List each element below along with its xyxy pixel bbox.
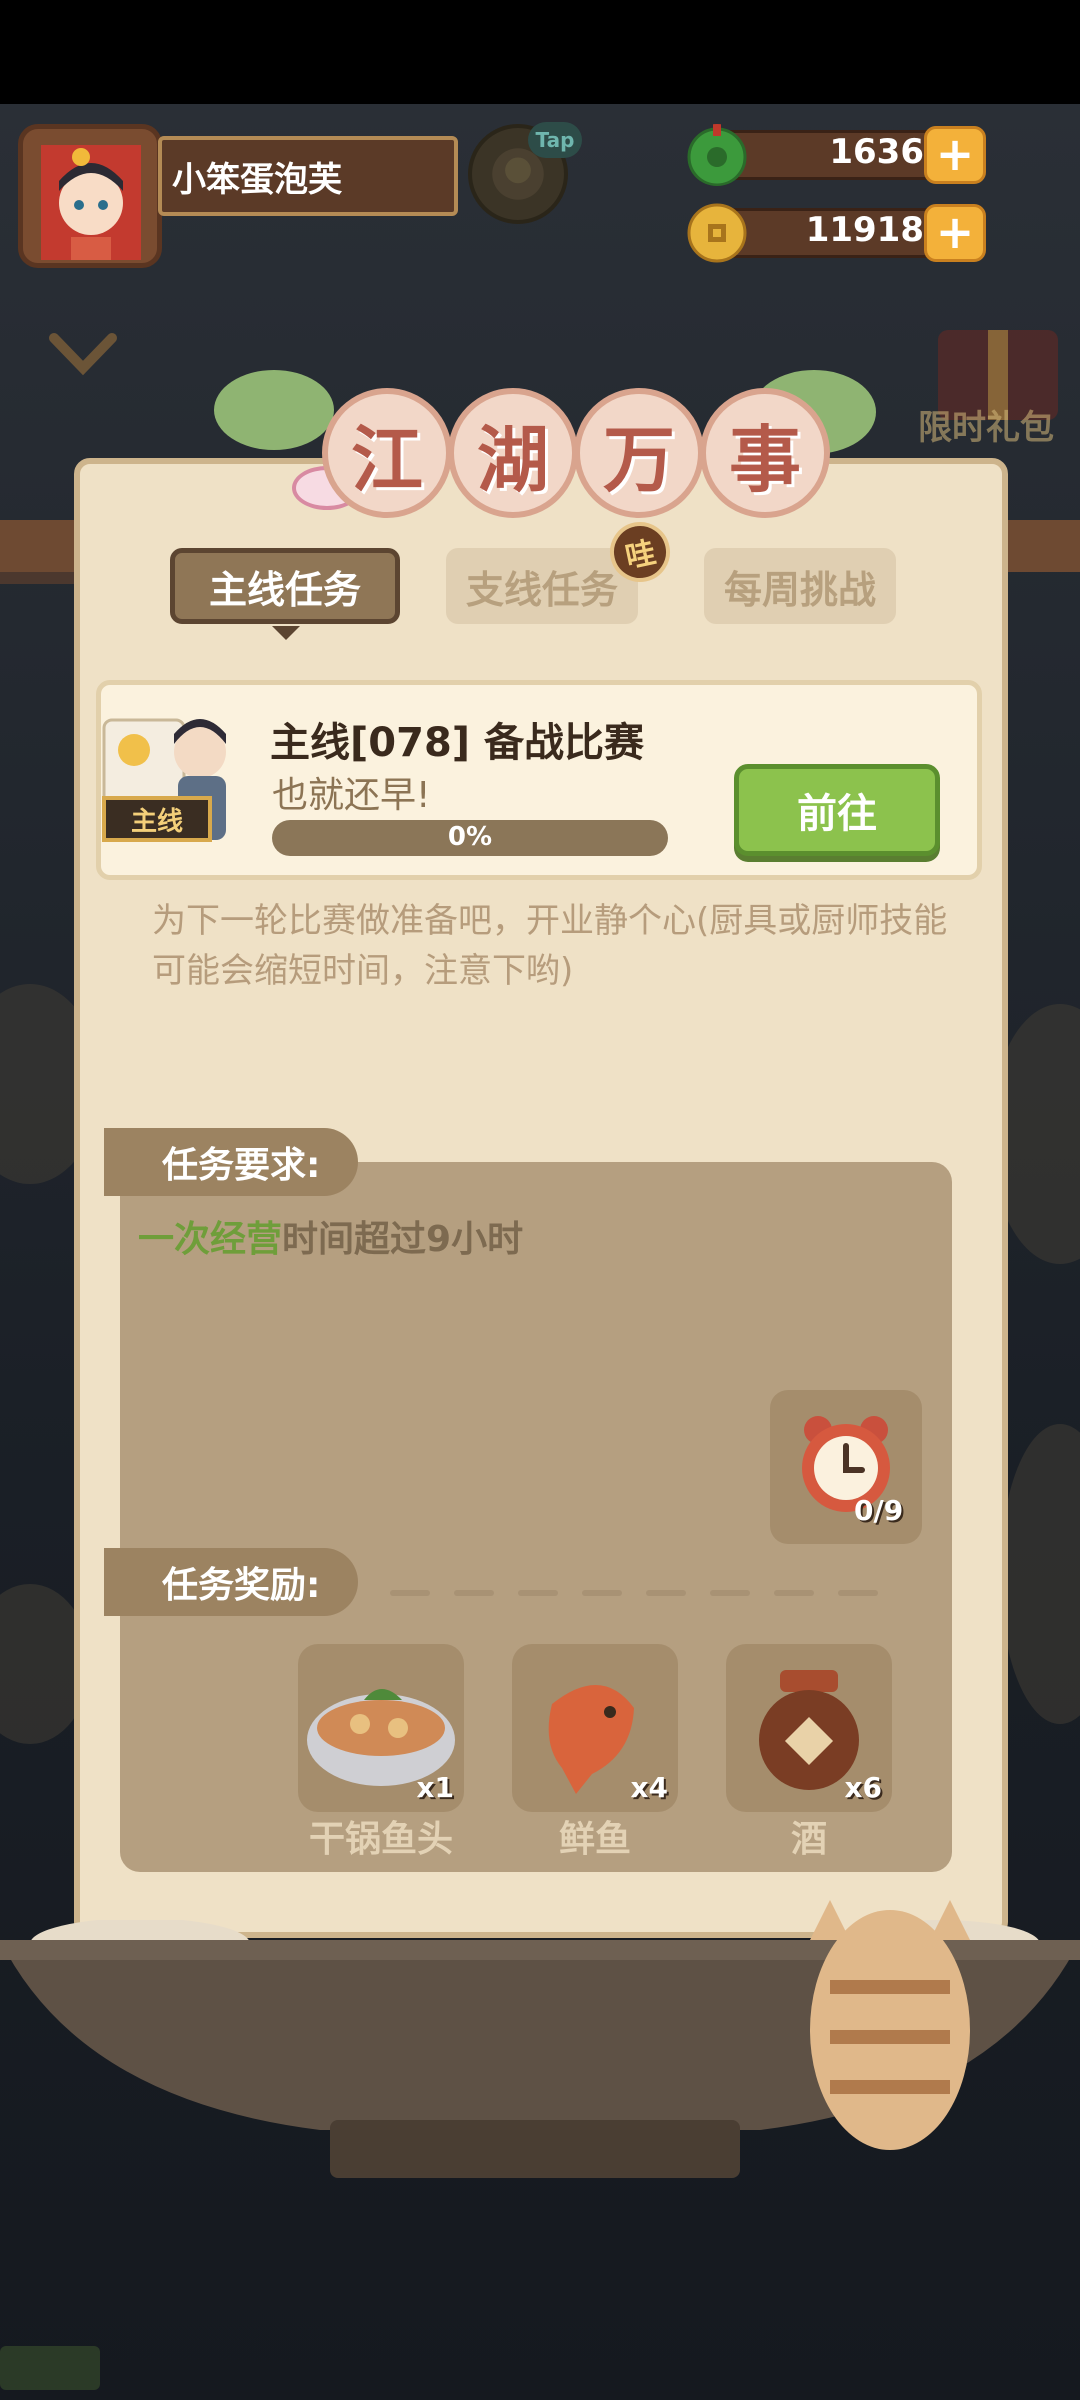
avatar-portrait xyxy=(41,145,141,260)
menu-button[interactable] xyxy=(0,2346,100,2390)
rewards-title: 任务奖励: xyxy=(104,1548,358,1616)
divider-dash xyxy=(582,1590,622,1596)
leaf-decoration xyxy=(214,370,334,450)
coin-icon xyxy=(687,203,747,263)
divider-dash xyxy=(710,1590,750,1596)
coin-amount: 11918 xyxy=(805,210,924,250)
reward-item[interactable]: x1 xyxy=(298,1644,464,1812)
limited-gift-label[interactable]: 限时礼包 xyxy=(918,400,1054,449)
reward-name: 干锅鱼头 xyxy=(308,1819,453,1860)
requirement-detail: 时间超过9小时 xyxy=(282,1219,524,1260)
title-char: 事 xyxy=(700,388,830,518)
mainline-tag: 主线 xyxy=(102,796,212,842)
player-name[interactable]: 小笨蛋泡芙 xyxy=(158,136,458,216)
jade-icon xyxy=(687,124,747,186)
background-prop xyxy=(1000,1424,1080,1724)
status-bar xyxy=(0,0,1080,104)
task-progress-bar: 0% xyxy=(272,820,668,856)
divider-dash xyxy=(390,1590,430,1596)
chevron-down-icon[interactable] xyxy=(48,330,118,380)
task-subtitle: 也就还早! xyxy=(272,775,431,816)
requirement-text: 一次经营时间超过9小时 xyxy=(138,1210,523,1262)
title-char: 万 xyxy=(574,388,704,518)
player-avatar[interactable] xyxy=(18,124,162,268)
npc-tap-tag: Tap xyxy=(528,122,582,158)
cat-mascot xyxy=(810,1900,970,2150)
go-button[interactable]: 前往 xyxy=(734,764,940,856)
divider-dash xyxy=(774,1590,814,1596)
pot-stand xyxy=(330,2120,740,2178)
title-char: 江 xyxy=(322,388,452,518)
divider-dash xyxy=(838,1590,878,1596)
divider-dash xyxy=(454,1590,494,1596)
task-title: 主线[078] 备战比赛 xyxy=(270,720,644,766)
scroll-rod xyxy=(1000,520,1080,572)
progress-text: 0% xyxy=(447,822,493,852)
requirement-counter: 0/9 xyxy=(854,1494,904,1527)
requirements-title: 任务要求: xyxy=(104,1128,358,1196)
reward-item[interactable]: x4 xyxy=(512,1644,678,1812)
title-char: 湖 xyxy=(448,388,578,518)
reward-count: x6 xyxy=(844,1771,882,1804)
reward-name: 鲜鱼 xyxy=(558,1819,631,1860)
title-banner: 江 湖 万 事 xyxy=(214,370,876,520)
requirement-highlight: 一次经营 xyxy=(138,1219,283,1260)
reward-name: 酒 xyxy=(790,1819,827,1860)
divider-dash xyxy=(518,1590,558,1596)
add-coin-button[interactable]: + xyxy=(924,204,986,262)
tab-weekly-challenge[interactable]: 每周挑战 xyxy=(704,548,896,624)
active-tab-pointer xyxy=(272,626,300,640)
reward-count: x1 xyxy=(416,1771,454,1804)
jade-amount: 1636 xyxy=(829,132,924,172)
tab-main-quest[interactable]: 主线任务 xyxy=(170,548,400,624)
task-description: 为下一轮比赛做准备吧，开业静个心(厨具或厨师技能可能会缩短时间，注意下哟) xyxy=(152,901,948,991)
tab-side-quest[interactable]: 支线任务 xyxy=(446,548,638,624)
divider-dash xyxy=(646,1590,686,1596)
coin-currency: 11918 + xyxy=(686,202,986,264)
reward-item[interactable]: x6 xyxy=(726,1644,892,1812)
jade-currency: 1636 + xyxy=(686,124,986,186)
reward-count: x4 xyxy=(630,1771,668,1804)
add-jade-button[interactable]: + xyxy=(924,126,986,184)
